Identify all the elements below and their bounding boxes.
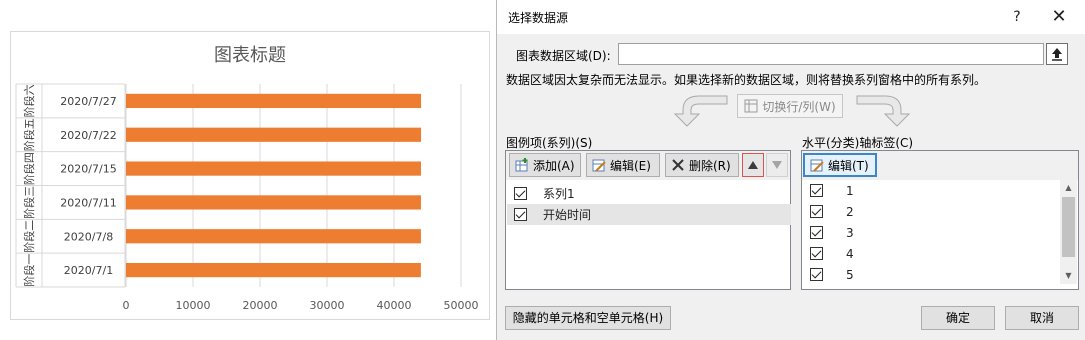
cancel-button[interactable]: 取消 [1005, 306, 1079, 330]
edit-axis-labels-label: 编辑(T) [828, 158, 869, 173]
series-checkbox[interactable] [514, 187, 527, 200]
x-tick-label: 40000 [377, 299, 412, 312]
y-group-label: 阶段四 [22, 152, 36, 185]
y-group-label: 阶段三 [22, 186, 36, 219]
y-date-label: 2020/7/11 [60, 196, 116, 209]
axis-label-row[interactable]: 2 [803, 201, 1061, 222]
complex-range-message: 数据区域因太复杂而无法显示。如果选择新的数据区域，则将替换系列窗格中的所有系列。 [506, 73, 987, 87]
legend-entries-label: 图例项(系列)(S) [506, 136, 593, 150]
series-row[interactable]: 系列1 [507, 183, 791, 204]
series-row-selected[interactable]: 开始时间 [507, 204, 791, 225]
add-series-button[interactable]: 添加(A) [509, 153, 581, 177]
move-up-button[interactable] [742, 153, 764, 177]
axis-label-row[interactable]: 4 [803, 243, 1061, 264]
edit-table-icon [592, 159, 606, 172]
switch-row-column-label: 切换行/列(W) [762, 99, 836, 114]
x-tick-label: 20000 [243, 299, 278, 312]
axis-label-value: 5 [846, 267, 854, 282]
chart-data-range-input[interactable] [618, 43, 1044, 65]
y-date-label: 2020/7/1 [64, 264, 113, 277]
remove-series-label: 删除(R) [689, 158, 731, 173]
axis-label-row[interactable]: 1 [803, 180, 1061, 201]
triangle-down-icon [772, 161, 782, 169]
bar [126, 93, 422, 109]
title-bar: 选择数据源 ? ✕ [497, 0, 1085, 34]
x-tick-label: 30000 [310, 299, 345, 312]
axis-labels-scrollbar[interactable]: ▲ ▼ [1060, 180, 1077, 284]
add-series-label: 添加(A) [533, 158, 575, 173]
legend-entries-panel: 添加(A) 编辑(E) 删除(R) 系列1 开始时间 [505, 150, 791, 290]
remove-series-button[interactable]: 删除(R) [665, 153, 739, 177]
x-tick-label: 0 [123, 299, 130, 312]
chart-plot: 0 10000 20000 30000 40000 50000 2020/7/1 阶段一 202… [15, 83, 479, 312]
axis-label-value: 2 [846, 204, 854, 219]
axis-label-value: 4 [846, 246, 854, 261]
y-date-label: 2020/7/27 [60, 95, 116, 108]
axis-label-checkbox[interactable] [810, 184, 823, 197]
series-name: 开始时间 [543, 208, 592, 222]
switch-row-column-icon [744, 99, 758, 113]
bar [126, 229, 421, 244]
scroll-up-icon[interactable]: ▲ [1060, 180, 1077, 196]
axis-label-checkbox[interactable] [810, 205, 823, 218]
switch-row-column-button[interactable]: 切换行/列(W) [737, 94, 843, 118]
axis-label-checkbox[interactable] [810, 226, 823, 239]
y-group-label: 阶段二 [22, 220, 36, 253]
x-tick-label: 50000 [444, 299, 479, 312]
axis-label-value: 3 [846, 225, 854, 240]
edit-table-icon [810, 159, 824, 172]
y-date-label: 2020/7/8 [64, 230, 113, 243]
y-date-label: 2020/7/15 [60, 163, 116, 176]
triangle-up-icon [748, 161, 758, 169]
series-checkbox[interactable] [514, 208, 527, 221]
range-label: 图表数据区域(D): [516, 49, 611, 63]
edit-series-label: 编辑(E) [610, 158, 651, 173]
y-group-label: 阶段六 [22, 84, 36, 117]
chart-area[interactable]: 图表标题 0 10000 20000 30000 40000 50000 2020/7/1 阶… [10, 31, 490, 320]
add-table-icon [515, 158, 528, 172]
axis-label-row[interactable]: 5 [803, 264, 1061, 285]
curved-arrow-right-icon [856, 95, 911, 127]
scroll-down-icon[interactable]: ▼ [1060, 268, 1077, 284]
select-data-source-dialog: 选择数据源 ? ✕ 图表数据区域(D): 数据区域因太复杂而无法显示。如果选择新… [496, 0, 1085, 340]
x-tick-label: 10000 [176, 299, 211, 312]
axis-label-checkbox[interactable] [810, 268, 823, 281]
y-date-label: 2020/7/22 [60, 129, 116, 142]
scroll-thumb[interactable] [1062, 197, 1075, 257]
help-button[interactable]: ? [1005, 5, 1029, 29]
hidden-empty-cells-button[interactable]: 隐藏的单元格和空单元格(H) [505, 306, 671, 330]
move-down-button[interactable] [766, 153, 788, 177]
bar [126, 195, 421, 210]
close-button[interactable]: ✕ [1043, 4, 1075, 30]
edit-axis-labels-button[interactable]: 编辑(T) [803, 153, 877, 177]
y-group-label: 阶段五 [22, 118, 36, 151]
y-group-label: 阶段一 [22, 254, 36, 287]
dialog-title: 选择数据源 [508, 11, 569, 25]
axis-label-checkbox[interactable] [810, 247, 823, 260]
axis-label-row[interactable]: 3 [803, 222, 1061, 243]
delete-x-icon [672, 159, 684, 171]
series-name: 系列1 [543, 187, 575, 201]
edit-series-button[interactable]: 编辑(E) [586, 153, 660, 177]
bar [126, 161, 421, 176]
axis-toolbar: 编辑(T) [802, 151, 1078, 180]
upload-arrow-icon [1052, 48, 1062, 61]
collapse-dialog-button[interactable] [1046, 43, 1068, 65]
axis-labels-panel: 编辑(T) 1 2 3 4 5 [801, 150, 1079, 290]
axis-label-value: 1 [846, 183, 854, 198]
ok-button[interactable]: 确定 [921, 306, 995, 330]
bar [126, 127, 422, 142]
legend-toolbar: 添加(A) 编辑(E) 删除(R) [506, 151, 790, 180]
curved-arrow-left-icon [673, 95, 728, 127]
bar [126, 262, 421, 278]
axis-labels-label: 水平(分类)轴标签(C) [802, 136, 914, 150]
